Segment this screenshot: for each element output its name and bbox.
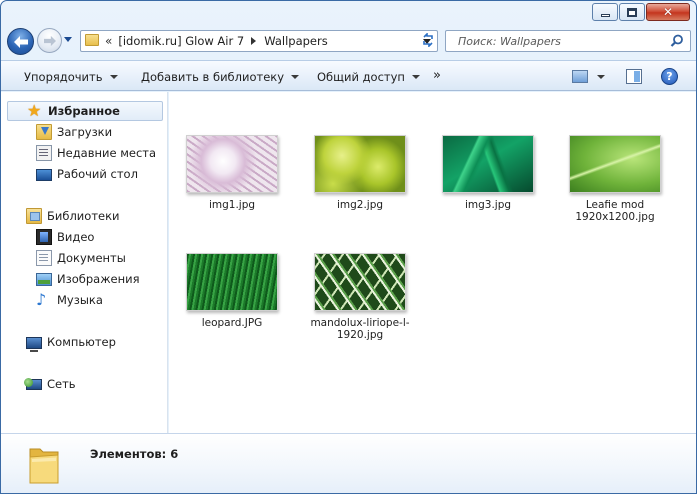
breadcrumb-separator-icon[interactable]	[251, 37, 257, 45]
file-list: img1.jpg img2.jpg img3.jpg Leafie mod 19…	[169, 92, 696, 433]
nav-label: Компьютер	[47, 335, 116, 349]
file-item[interactable]: leopard.JPG	[173, 253, 291, 329]
image-thumbnail	[186, 253, 278, 311]
file-item[interactable]: img2.jpg	[301, 135, 419, 211]
nav-item-computer[interactable]: Компьютер	[26, 332, 116, 352]
minimize-icon	[600, 13, 610, 17]
command-bar: Упорядочить Добавить в библиотеку Общий …	[1, 60, 696, 91]
title-bar: ✕	[1, 1, 696, 27]
add-to-library-label: Добавить в библиотеку	[141, 70, 285, 84]
file-item[interactable]: mandolux-liriope-l-1920.jpg	[301, 253, 419, 341]
nav-item-downloads[interactable]: Загрузки	[36, 122, 112, 142]
image-thumbnail	[186, 135, 278, 193]
chevron-down-icon	[109, 75, 118, 79]
help-icon[interactable]: ?	[661, 68, 678, 85]
share-button[interactable]: Общий доступ	[317, 70, 420, 84]
file-name: img3.jpg	[464, 199, 512, 211]
search-icon[interactable]	[670, 34, 684, 48]
share-label: Общий доступ	[317, 70, 405, 84]
image-thumbnail	[314, 253, 406, 311]
nav-item-recent[interactable]: Недавние места	[36, 143, 156, 163]
nav-label: Загрузки	[57, 125, 113, 139]
pictures-library-icon	[36, 273, 52, 286]
explorer-window: ✕ « [idomik.ru] Glow Air 7 Wallpapers По…	[0, 0, 697, 494]
back-button[interactable]	[7, 28, 34, 55]
nav-item-music[interactable]: ♪ Музыка	[36, 290, 103, 310]
folder-icon	[29, 448, 59, 484]
nav-item-favorites[interactable]: ★ Избранное	[7, 101, 163, 121]
maximize-icon	[627, 7, 637, 17]
add-to-library-button[interactable]: Добавить в библиотеку	[141, 70, 300, 84]
nav-label: Библиотеки	[47, 209, 120, 223]
nav-item-libraries[interactable]: Библиотеки	[26, 206, 120, 226]
maximize-button[interactable]	[619, 3, 645, 21]
navigation-pane: ★ Избранное Загрузки Недавние места Рабо…	[1, 92, 168, 433]
search-box[interactable]: Поиск: Wallpapers	[445, 30, 691, 52]
view-options-dropdown[interactable]	[597, 75, 605, 79]
close-icon: ✕	[662, 5, 674, 19]
navigation-row: « [idomik.ru] Glow Air 7 Wallpapers Поис…	[1, 27, 696, 59]
breadcrumb-segment-theme[interactable]: [idomik.ru] Glow Air 7	[118, 34, 244, 48]
libraries-icon	[26, 208, 42, 224]
forward-button[interactable]	[37, 28, 62, 53]
nav-item-network[interactable]: Сеть	[24, 374, 76, 394]
file-item[interactable]: Leafie mod 1920x1200.jpg	[556, 135, 674, 223]
recent-pages-dropdown[interactable]	[64, 37, 72, 42]
desktop-icon	[36, 169, 52, 181]
music-note-icon: ♪	[36, 290, 47, 309]
details-pane: Элементов: 6	[1, 433, 696, 493]
address-bar[interactable]: « [idomik.ru] Glow Air 7 Wallpapers	[80, 30, 438, 52]
file-name: leopard.JPG	[201, 317, 263, 329]
file-name: mandolux-liriope-l-1920.jpg	[310, 317, 410, 341]
file-name: img2.jpg	[336, 199, 384, 211]
nav-label: Музыка	[57, 293, 103, 307]
file-name: img1.jpg	[208, 199, 256, 211]
item-count: Элементов: 6	[90, 447, 179, 461]
nav-label: Изображения	[57, 272, 140, 286]
window-controls: ✕	[592, 3, 690, 21]
search-input[interactable]: Поиск: Wallpapers	[458, 35, 561, 48]
nav-label: Видео	[57, 230, 95, 244]
file-name: Leafie mod 1920x1200.jpg	[575, 199, 655, 223]
refresh-icon	[423, 32, 433, 48]
network-icon	[24, 378, 42, 390]
image-thumbnail	[569, 135, 661, 193]
video-library-icon	[36, 229, 52, 245]
folder-icon	[85, 34, 99, 46]
back-arrow-icon	[13, 35, 28, 48]
organize-label: Упорядочить	[24, 70, 103, 84]
nav-item-images[interactable]: Изображения	[36, 269, 140, 289]
minimize-button[interactable]	[592, 3, 618, 21]
close-button[interactable]: ✕	[646, 3, 690, 21]
forward-arrow-icon	[43, 35, 56, 46]
organize-button[interactable]: Упорядочить	[24, 70, 118, 84]
documents-library-icon	[36, 250, 52, 266]
image-thumbnail	[314, 135, 406, 193]
chevron-down-icon	[411, 75, 420, 79]
downloads-folder-icon	[36, 124, 52, 140]
nav-label: Рабочий стол	[57, 167, 138, 181]
refresh-button[interactable]	[421, 32, 435, 48]
nav-item-documents[interactable]: Документы	[36, 248, 126, 268]
star-icon: ★	[27, 101, 42, 120]
nav-label: Избранное	[48, 104, 120, 118]
nav-item-video[interactable]: Видео	[36, 227, 94, 247]
more-commands-button[interactable]: »	[433, 68, 441, 83]
file-item[interactable]: img3.jpg	[429, 135, 547, 211]
breadcrumb-segment-wallpapers[interactable]: Wallpapers	[264, 34, 328, 48]
nav-label: Сеть	[47, 377, 76, 391]
recent-places-icon	[36, 145, 52, 161]
image-thumbnail	[442, 135, 534, 193]
chevron-down-icon	[291, 75, 300, 79]
change-view-icon[interactable]	[572, 70, 588, 83]
computer-icon	[26, 336, 42, 352]
nav-label: Недавние места	[57, 146, 157, 160]
preview-pane-icon[interactable]	[626, 69, 642, 84]
nav-label: Документы	[57, 251, 126, 265]
file-item[interactable]: img1.jpg	[173, 135, 291, 211]
nav-item-desktop[interactable]: Рабочий стол	[36, 164, 138, 184]
breadcrumb-overflow-chevron[interactable]: «	[105, 34, 112, 48]
